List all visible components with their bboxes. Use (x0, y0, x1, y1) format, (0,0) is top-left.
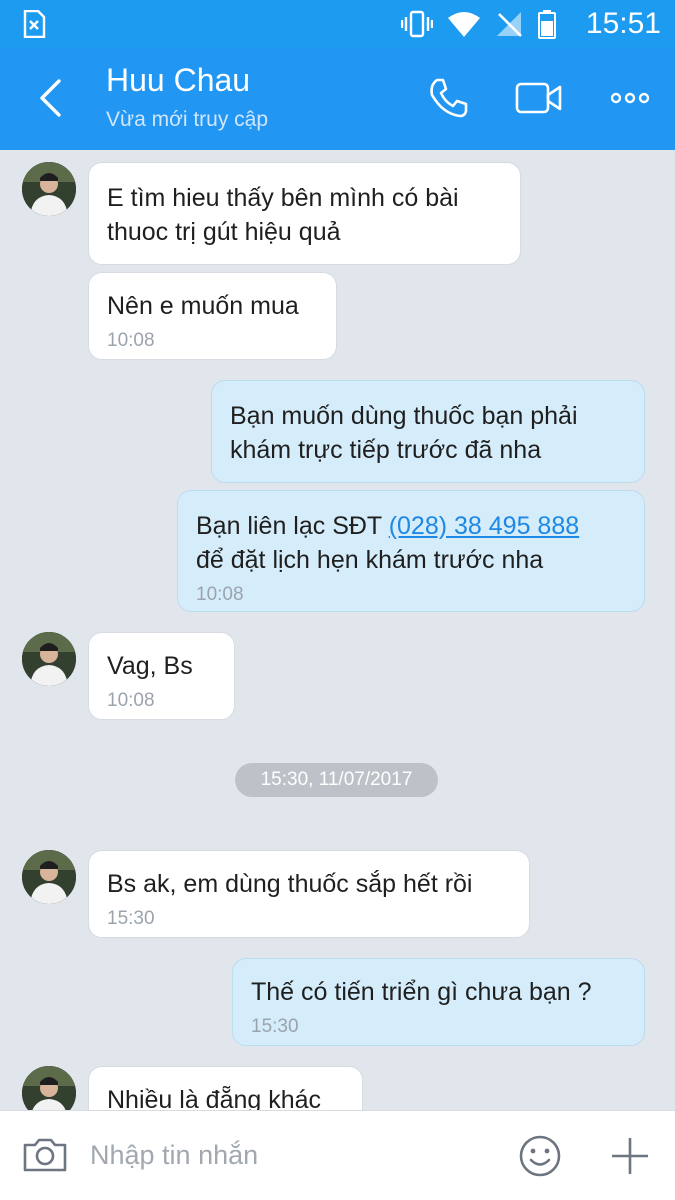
message-time: 15:30 (251, 1016, 299, 1037)
message-bubble-outgoing[interactable]: Bạn muốn dùng thuốc bạn phải khám trực t… (211, 380, 645, 483)
avatar[interactable] (22, 162, 76, 216)
message-text: Nên e muốn mua (107, 292, 299, 320)
wifi-icon (448, 12, 480, 37)
camera-button[interactable] (18, 1131, 72, 1179)
avatar-photo (22, 850, 76, 904)
sim-error-icon (23, 10, 46, 38)
message-text: Vag, Bs (107, 652, 193, 680)
no-signal-icon (497, 12, 522, 37)
message-list[interactable]: E tìm hieu thấy bên mình có bài thuoc tr… (0, 150, 675, 1110)
plus-icon (612, 1138, 648, 1174)
message-bubble-outgoing[interactable]: Bạn liên lạc SĐT (028) 38 495 888 để đặt… (177, 490, 645, 612)
message-text: khám trực tiếp trước đã nha (230, 436, 542, 464)
avatar[interactable] (22, 632, 76, 686)
message-time: 10:08 (196, 584, 244, 605)
status-icons (401, 8, 557, 40)
status-time: 15:51 (585, 7, 661, 40)
video-call-button[interactable] (511, 72, 567, 124)
date-separator: 15:30, 11/07/2017 (235, 763, 438, 797)
more-dots-icon (610, 92, 650, 104)
call-button[interactable] (420, 72, 476, 124)
avatar-photo (22, 632, 76, 686)
message-time: 10:08 (107, 330, 155, 351)
message-text: Nhiều là đẵng khác (107, 1086, 322, 1110)
message-time: 15:30 (107, 908, 155, 929)
message-text: để đặt lịch hẹn khám trước nha (196, 546, 544, 574)
battery-icon (538, 10, 556, 39)
back-button[interactable] (30, 74, 70, 122)
message-text: E tìm hieu thấy bên mình có bài (107, 184, 459, 212)
avatar[interactable] (22, 1066, 76, 1110)
chat-header: Huu Chau Vừa mới truy cập (0, 48, 675, 150)
message-text: Bạn muốn dùng thuốc bạn phải (230, 402, 578, 430)
contact-status: Vừa mới truy cập (106, 108, 269, 131)
message-text: Thế có tiến triển gì chưa bạn ? (251, 978, 592, 1006)
message-bubble-incoming[interactable]: Nhiều là đẵng khác (88, 1066, 363, 1110)
contact-name[interactable]: Huu Chau (106, 60, 250, 100)
video-camera-icon (515, 82, 562, 114)
message-bubble-incoming[interactable]: Nên e muốn mua 10:08 (88, 272, 337, 360)
more-options-button[interactable] (602, 72, 658, 124)
message-text: thuoc trị gút hiệu quả (107, 218, 341, 246)
avatar[interactable] (22, 850, 76, 904)
back-arrow-icon (40, 79, 61, 117)
message-bubble-incoming[interactable]: E tìm hieu thấy bên mình có bài thuoc tr… (88, 162, 521, 265)
status-bar: 15:51 (0, 0, 675, 48)
add-attachment-button[interactable] (604, 1131, 656, 1181)
emoji-button[interactable] (514, 1131, 566, 1181)
message-input-bar (0, 1110, 675, 1200)
camera-icon (23, 1138, 67, 1172)
message-text: Bs ak, em dùng thuốc sắp hết rồi (107, 870, 473, 898)
message-text: Bạn liên lạc SĐT (028) 38 495 888 (196, 509, 579, 543)
avatar-photo (22, 1066, 76, 1110)
avatar-photo (22, 162, 76, 216)
message-bubble-incoming[interactable]: Bs ak, em dùng thuốc sắp hết rồi 15:30 (88, 850, 530, 938)
message-time: 10:08 (107, 690, 155, 711)
vibrate-icon (401, 10, 433, 38)
phone-icon (430, 78, 468, 118)
message-input[interactable] (90, 1135, 470, 1175)
message-bubble-outgoing[interactable]: Thế có tiến triển gì chưa bạn ? 15:30 (232, 958, 645, 1046)
message-bubble-incoming[interactable]: Vag, Bs 10:08 (88, 632, 235, 720)
message-text-part: Bạn liên lạc SĐT (196, 512, 389, 540)
phone-number-link[interactable]: (028) 38 495 888 (389, 512, 579, 540)
emoji-icon (519, 1135, 561, 1177)
